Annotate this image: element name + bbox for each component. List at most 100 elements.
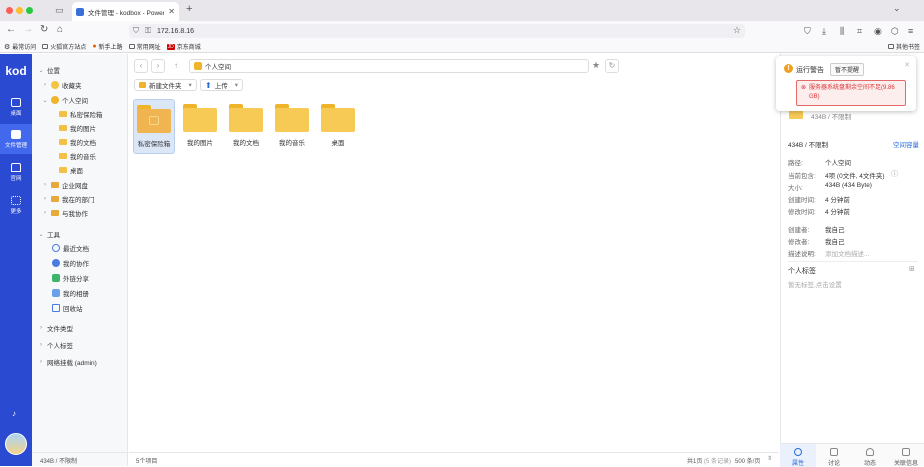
tree-item-desktop[interactable]: 桌面 (59, 164, 83, 176)
browser-tab[interactable]: 文件管理 - kodbox - Powered by ✕ (72, 2, 179, 21)
tree-item-my-dept[interactable]: › 我在的部门 (42, 193, 95, 205)
page-size-select[interactable]: 500 条/页 (735, 456, 760, 465)
tree-item-trash[interactable]: 回收站 (52, 302, 83, 314)
stack-icon (902, 448, 910, 456)
shield-icon[interactable]: ⛉ (133, 26, 139, 36)
tags-hint[interactable]: 暂无标签,点击设置 (788, 279, 842, 289)
avatar[interactable] (5, 433, 27, 455)
desc-input[interactable]: 添加文档描述... (825, 248, 869, 258)
refresh-icon[interactable]: ↻ (605, 59, 619, 73)
tab-label: 讨论 (827, 461, 840, 467)
bookmark-item[interactable]: 火狐官方站点 (42, 42, 86, 51)
dismiss-button[interactable]: 暂不提醒 (830, 63, 865, 76)
file-item-music[interactable]: 我的音乐 (271, 99, 313, 151)
add-tag-icon[interactable]: ⊞ (909, 265, 915, 273)
home-icon (194, 62, 202, 70)
nav-desktop[interactable]: 桌面 (0, 92, 32, 122)
file-item-desktop[interactable]: 桌面 (317, 99, 359, 151)
nav-label: 文件管理 (4, 143, 27, 149)
tab-related[interactable]: 关联信息 (888, 444, 924, 467)
other-bookmarks[interactable]: 其他书签 (887, 42, 920, 51)
tab-discussion[interactable]: 讨论 (816, 444, 852, 467)
chevron-right-icon: › (40, 359, 42, 365)
tree-item-my-collab[interactable]: 我的协作 (52, 257, 89, 269)
new-tab-icon[interactable]: + (186, 3, 192, 15)
nav-more[interactable]: 更多 (0, 190, 32, 220)
bookmark-item[interactable]: JD 京东商城 (166, 42, 201, 51)
file-item-vault[interactable]: 私密保险箱 (133, 99, 175, 154)
folder-icon (128, 44, 135, 49)
tab-label: 关联信息 (893, 461, 918, 467)
tree-section-location[interactable]: ⌄ 位置 (38, 64, 60, 76)
path-label: 路径: (788, 160, 803, 167)
menu-icon[interactable]: ≡ (908, 25, 913, 37)
tree-item-enterprise[interactable]: › 企业网盘 (42, 179, 88, 191)
tree-item-music[interactable]: 我的音乐 (59, 150, 96, 162)
info-icon[interactable]: ⓘ (891, 169, 898, 179)
space-capacity-link[interactable]: 空间容量 (893, 139, 919, 149)
close-window-button[interactable] (6, 7, 13, 14)
url-text[interactable]: 172.16.8.16 (157, 28, 194, 35)
crop-icon[interactable]: ⌗ (857, 25, 862, 37)
file-name: 我的音乐 (279, 140, 305, 147)
new-folder-button[interactable]: 新建文件夹 ▾ (134, 79, 197, 91)
home-icon[interactable]: ⌂ (57, 24, 63, 36)
tree-label: 我的协作 (63, 261, 89, 268)
tree-section-tools[interactable]: ⌄ 工具 (38, 228, 60, 240)
back-nav-icon[interactable]: ‹ (134, 59, 148, 73)
chevron-right-icon: › (40, 342, 42, 348)
tree-item-file-types[interactable]: › 文件类型 (38, 322, 73, 334)
tree-item-personal-tags[interactable]: › 个人标签 (38, 339, 73, 351)
tree-item-recent[interactable]: 最近文档 (52, 242, 89, 254)
bookmark-label: 京东商城 (176, 45, 201, 51)
tree-item-external-share[interactable]: 外链分享 (52, 272, 89, 284)
properties-panel: 434B / 不限制 434B / 不限制 空间容量 路径: 个人空间 当前包含… (780, 54, 924, 466)
upload-button[interactable]: ⬆ 上传 ▾ (200, 79, 243, 91)
back-icon[interactable]: ← (6, 24, 16, 36)
forward-icon[interactable]: → (23, 24, 33, 36)
tree-item-album[interactable]: 我的相册 (52, 287, 89, 299)
zoom-window-button[interactable] (26, 7, 33, 14)
nav-file-manager[interactable]: 文件管理 (0, 124, 32, 154)
bell-icon[interactable]: ♪ (12, 409, 16, 418)
file-item-documents[interactable]: 我的文档 (225, 99, 267, 151)
tree-item-pictures[interactable]: 我的图片 (59, 122, 96, 134)
tree-item-favorites[interactable]: › 收藏夹 (42, 79, 82, 91)
lock-icon[interactable]: ⚿ (145, 26, 151, 36)
breadcrumb[interactable]: 个人空间 (189, 59, 589, 73)
close-tab-icon[interactable]: ✕ (168, 7, 175, 16)
chevron-updown-icon[interactable]: ⇕ (767, 455, 772, 462)
tab-activity[interactable]: 动态 (852, 444, 888, 467)
pocket-icon[interactable]: ⛉ (804, 25, 811, 37)
bookmark-star-icon[interactable]: ☆ (733, 25, 741, 36)
tree-item-network-mount[interactable]: › 网络挂载 (admin) (38, 356, 97, 368)
tree-item-collab[interactable]: › 与我协作 (42, 207, 88, 219)
tab-properties[interactable]: 属性 (780, 444, 816, 467)
nav-website[interactable]: 官网 (0, 157, 32, 187)
library-icon[interactable]: ⫼ (840, 25, 844, 37)
star-icon[interactable]: ★ (592, 60, 600, 71)
forward-nav-icon[interactable]: › (151, 59, 165, 73)
minimize-window-button[interactable] (16, 7, 23, 14)
up-arrow-icon[interactable]: ↑ (174, 61, 178, 70)
home-icon (51, 96, 59, 104)
account-icon[interactable]: ◉ (874, 25, 882, 37)
tab-overview-icon[interactable]: ▭ (55, 5, 64, 16)
close-icon[interactable]: ✕ (904, 61, 910, 69)
bookmark-item[interactable]: ● 新手上路 (92, 42, 122, 51)
extensions-icon[interactable]: ⬡ (891, 25, 899, 37)
file-item-pictures[interactable]: 我的图片 (179, 99, 221, 151)
warning-title: 运行警告 (796, 67, 824, 74)
tab-list-chevron-icon[interactable]: ⌄ (893, 3, 901, 14)
tree-item-documents[interactable]: 我的文档 (59, 136, 96, 148)
reload-icon[interactable]: ↻ (40, 24, 48, 36)
tree-item-personal-space[interactable]: ⌄ 个人空间 (42, 94, 88, 106)
folder-icon (275, 104, 309, 132)
tree-item-vault[interactable]: 私密保险箱 (59, 108, 103, 120)
download-icon[interactable]: ⤓ (822, 25, 826, 37)
url-bar[interactable]: ⛉ ⚿ 172.16.8.16 ☆ (129, 24, 745, 38)
bookmark-item[interactable]: ⚙ 最常访问 (4, 42, 36, 52)
bookmark-item[interactable]: 常用网址 (128, 42, 161, 51)
breadcrumb-item[interactable]: 个人空间 (205, 61, 231, 71)
warning-notification: ! 运行警告 暂不提醒 ✕ ⊗ 服务器系统盘剩余空间不足(9.86 GB) (776, 56, 916, 111)
